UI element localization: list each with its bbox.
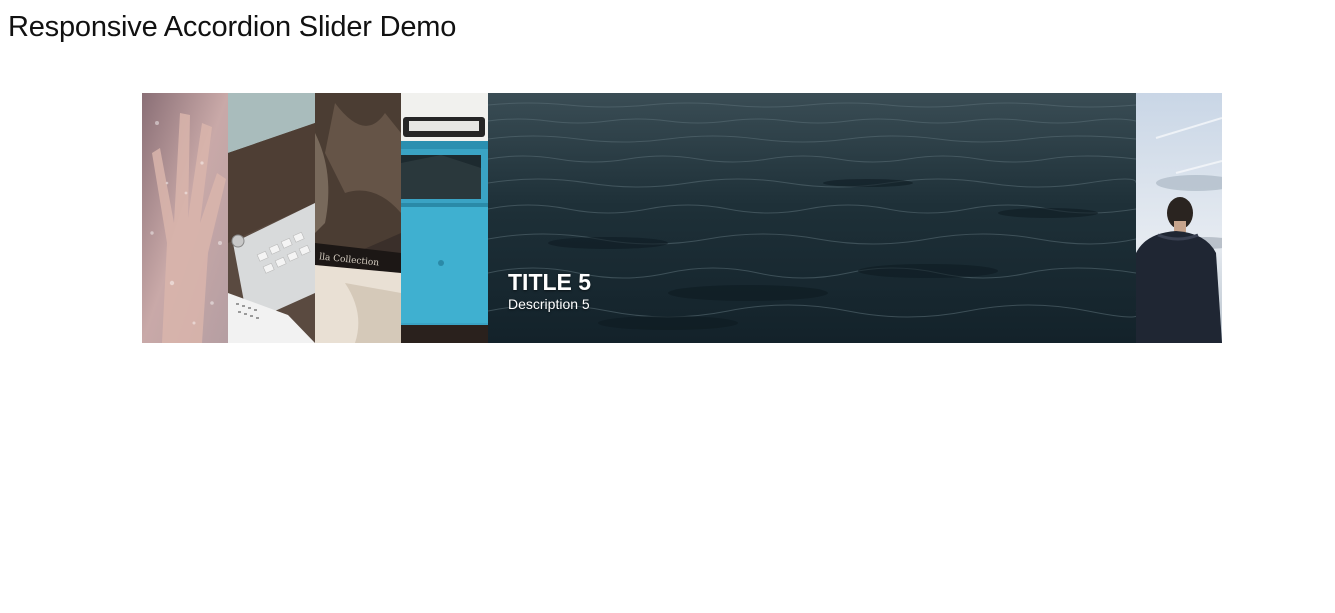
slider-panel-3[interactable]: lla Collection — [315, 93, 401, 343]
slide-description: Description 5 — [508, 296, 590, 312]
accordion-slider: lla Collection TITLE 5 Description 5 — [142, 93, 1222, 343]
slider-panel-5[interactable]: TITLE 5 Description 5 — [488, 93, 1136, 343]
panel-3-image: lla Collection — [315, 93, 401, 343]
slide-caption: TITLE 5 Description 5 — [508, 269, 591, 313]
panel-2-image — [228, 93, 315, 343]
panel-6-image — [1136, 93, 1222, 343]
page-title: Responsive Accordion Slider Demo — [8, 11, 457, 43]
slide-title: TITLE 5 — [508, 269, 592, 295]
slider-panel-6[interactable] — [1136, 93, 1222, 343]
slider-panel-2[interactable] — [228, 93, 315, 343]
panel-4-image — [401, 93, 488, 343]
panel-1-image — [142, 93, 228, 343]
slider-panel-4[interactable] — [401, 93, 488, 343]
slider-panel-1[interactable] — [142, 93, 228, 343]
